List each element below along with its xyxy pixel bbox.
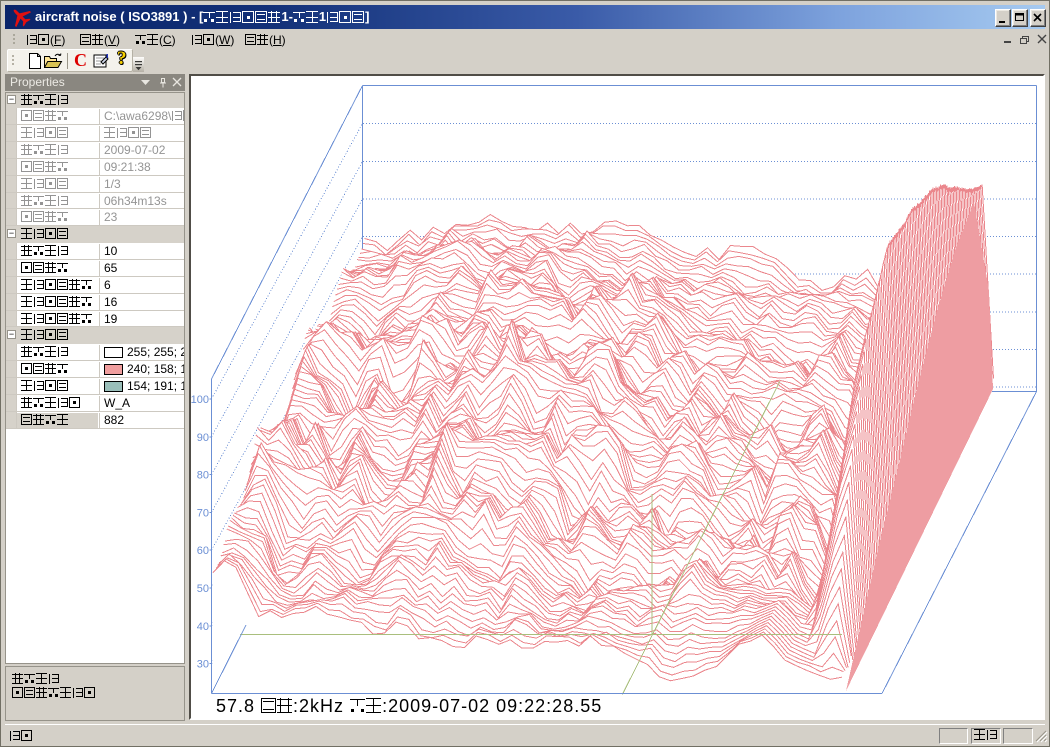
svg-text:60: 60: [197, 545, 209, 557]
svg-text:80: 80: [197, 470, 209, 482]
svg-text:50: 50: [197, 583, 209, 595]
svg-text:40: 40: [197, 621, 209, 633]
svg-text:70: 70: [197, 507, 209, 519]
svg-text:90: 90: [197, 432, 209, 444]
svg-text:100: 100: [191, 394, 209, 406]
svg-text:30: 30: [197, 659, 209, 671]
